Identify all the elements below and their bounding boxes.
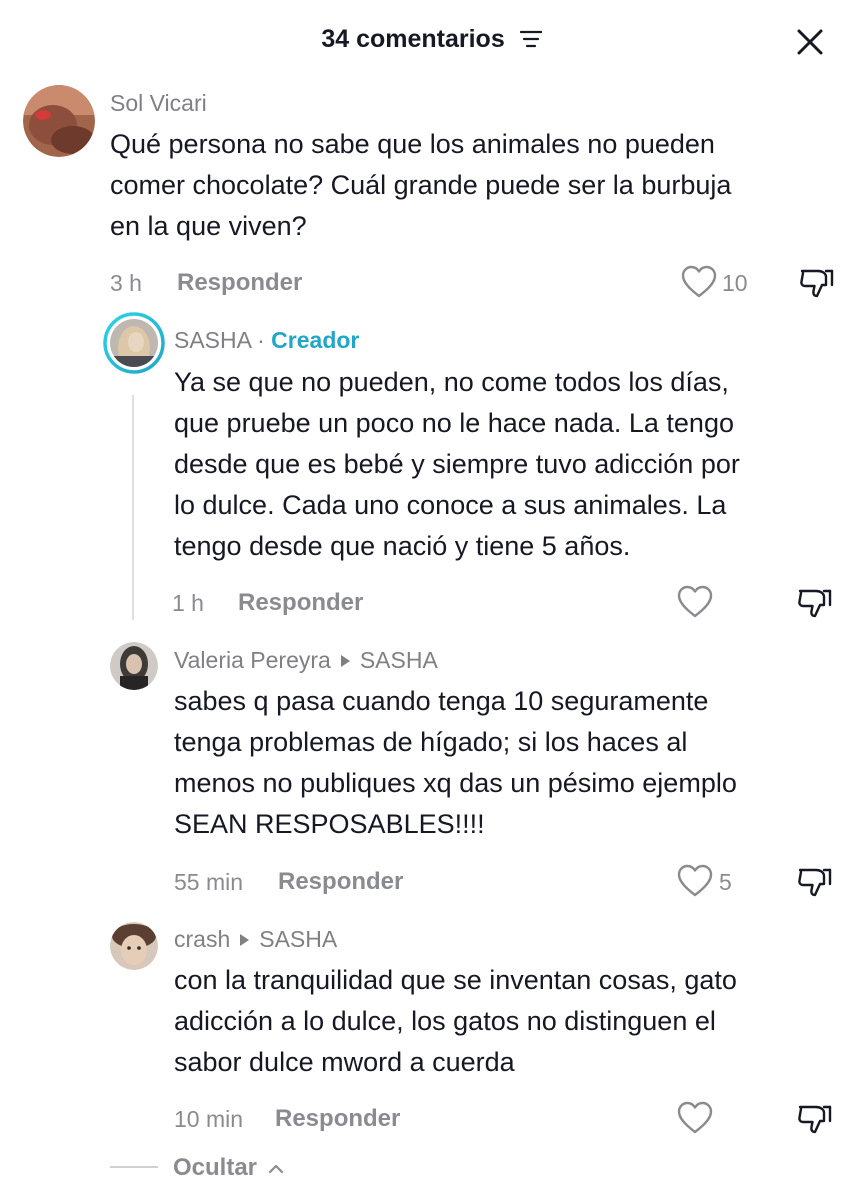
separator: ·	[257, 327, 265, 353]
comment-line: comer chocolate? Cuál grande puede ser l…	[110, 170, 732, 200]
comment-line: tengo desde que nació y tiene 5 años.	[174, 531, 631, 561]
comment-line: tenga problemas de hígado; si los haces …	[174, 727, 688, 757]
like-count: 10	[722, 270, 748, 296]
comment-line: Qué persona no sabe que los animales no …	[110, 129, 715, 159]
hide-replies-button[interactable]: Ocultar	[173, 1154, 284, 1182]
avatar[interactable]	[110, 922, 158, 970]
hide-label: Ocultar	[173, 1154, 258, 1181]
creator-badge: Creador	[271, 327, 360, 353]
comment-line: que pruebe un poco no le hace nada. La t…	[174, 408, 734, 438]
avatar[interactable]	[23, 85, 95, 157]
comment-line: con la tranquilidad que se inventan cosa…	[174, 965, 737, 995]
username-text: SASHA	[174, 327, 251, 353]
heart-icon[interactable]	[677, 864, 713, 898]
comment-line: Ya se que no pueden, no come todos los d…	[174, 367, 729, 397]
heart-icon[interactable]	[681, 265, 717, 299]
comment-line: desde que es bebé y siempre tuvo adicció…	[174, 449, 740, 479]
reply-button[interactable]: Responder	[278, 868, 403, 896]
dislike-icon[interactable]	[798, 265, 834, 301]
dislike-icon[interactable]	[796, 864, 832, 900]
comment-line: sabor dulce mword a cuerda	[174, 1047, 515, 1077]
comment-text: con la tranquilidad que se inventan cosa…	[174, 960, 737, 1083]
comment-line: adicción a lo dulce, los gatos no distin…	[174, 1006, 716, 1036]
comment-line: menos no publiques xq das un pésimo ejem…	[174, 768, 737, 798]
comments-header: 34 comentarios	[0, 0, 863, 82]
comment-username[interactable]: crash SASHA	[174, 926, 337, 953]
comment-username[interactable]: Sol Vicari	[110, 90, 207, 117]
username-text: crash	[174, 926, 231, 952]
reply-button[interactable]: Responder	[275, 1105, 400, 1133]
comments-title[interactable]: 34 comentarios	[0, 24, 863, 54]
comment-line: sabes q pasa cuando tenga 10 seguramente	[174, 686, 709, 716]
username-text: Valeria Pereyra	[174, 647, 331, 673]
filter-icon[interactable]	[519, 29, 542, 49]
thread-line	[132, 395, 134, 620]
reply-arrow-icon	[240, 933, 250, 946]
comment-line: en la que viven?	[110, 211, 307, 241]
comment-username[interactable]: SASHA · Creador	[174, 327, 359, 354]
comment-line: SEAN RESPOSABLES!!!!	[174, 809, 485, 839]
heart-icon[interactable]	[677, 1101, 713, 1135]
reply-button[interactable]: Responder	[238, 589, 363, 617]
reply-button[interactable]: Responder	[177, 269, 302, 297]
reply-to-user: SASHA	[259, 926, 338, 952]
reply-arrow-icon	[340, 654, 350, 667]
comment-time: 55 min	[174, 869, 244, 895]
chevron-up-icon	[268, 1164, 283, 1173]
comment-time: 1 h	[172, 590, 204, 616]
comment-text: Qué persona no sabe que los animales no …	[110, 124, 731, 247]
comment-username[interactable]: Valeria Pereyra SASHA	[174, 647, 438, 674]
heart-icon[interactable]	[677, 585, 713, 619]
comment-time: 10 min	[174, 1106, 244, 1132]
creator-avatar[interactable]	[103, 312, 165, 374]
comment-count: 34 comentarios	[321, 24, 505, 53]
reply-to-user: SASHA	[359, 647, 438, 673]
avatar[interactable]	[110, 642, 158, 690]
comment-time: 3 h	[110, 270, 142, 296]
like-count: 5	[719, 869, 732, 895]
comment-text: Ya se que no pueden, no come todos los d…	[174, 362, 740, 567]
hide-divider	[110, 1166, 158, 1168]
comment-line: lo dulce. Cada uno conoce a sus animales…	[174, 490, 727, 520]
comment-text: sabes q pasa cuando tenga 10 seguramente…	[174, 681, 737, 845]
close-icon[interactable]	[794, 26, 826, 58]
dislike-icon[interactable]	[796, 1101, 832, 1137]
dislike-icon[interactable]	[796, 585, 832, 621]
